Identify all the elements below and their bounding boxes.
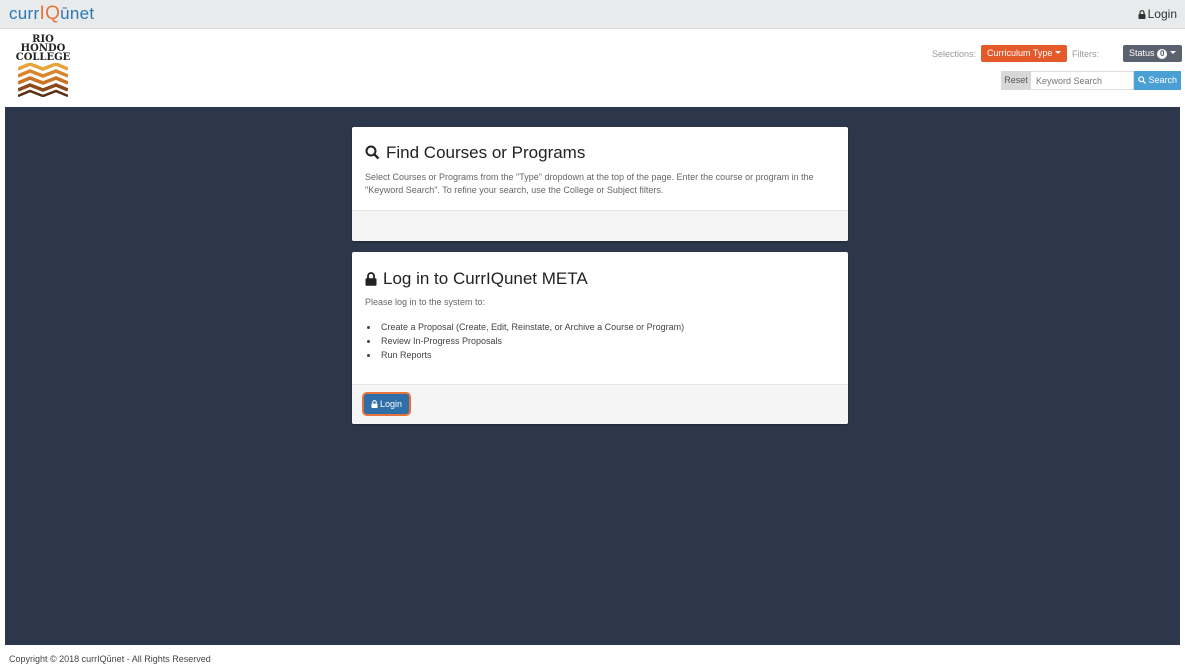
brand-logo[interactable]: currIQūnet [9,3,94,25]
login-card-intro: Please log in to the system to: [365,297,486,307]
lock-icon [365,272,377,286]
caret-down-icon [1170,51,1177,54]
list-item: Review In-Progress Proposals [379,334,684,348]
search-icon [365,145,380,160]
login-button-label: Login [380,399,403,409]
list-item: Create a Proposal (Create, Edit, Reinsta… [379,320,684,334]
lock-icon [371,400,378,408]
brand-suffix: ūnet [60,4,95,23]
status-count-badge: 0 [1157,49,1168,59]
login-card-title: Log in to CurrIQunet META [365,269,588,289]
keyword-search-input[interactable] [1031,71,1134,90]
college-logo-text: RIO HONDO COLLEGE [14,35,72,63]
college-logo[interactable]: RIO HONDO COLLEGE [14,35,84,101]
curriculum-type-dropdown[interactable]: Curriculum Type [981,45,1068,62]
logo-waves-icon [18,63,68,97]
caret-down-icon [1055,51,1062,54]
login-benefits-list: Create a Proposal (Create, Edit, Reinsta… [366,320,684,362]
top-login-label: Login [1147,7,1177,21]
find-card-title-text: Find Courses or Programs [386,143,586,162]
login-card: Log in to CurrIQunet META Please log in … [352,252,848,424]
search-button[interactable]: Search [1134,71,1181,90]
find-courses-card: Find Courses or Programs Select Courses … [352,127,848,241]
list-item: Run Reports [379,348,684,362]
search-icon [1138,76,1146,84]
page-header: RIO HONDO COLLEGE Selections: Curriculum… [0,29,1185,107]
login-button[interactable]: Login [364,394,410,414]
lock-icon [1138,10,1146,19]
find-card-title: Find Courses or Programs [365,143,585,163]
top-login-link[interactable]: Login [1138,7,1177,21]
brand-accent: IQ [39,3,61,24]
curriculum-type-label: Curriculum Type [987,48,1053,58]
top-navbar: currIQūnet Login [0,0,1185,29]
logo-line-3: COLLEGE [15,52,71,63]
copyright-footer: Copyright © 2018 currIQūnet - All Rights… [9,654,211,664]
login-card-footer: Login [352,384,848,424]
brand-prefix: curr [9,4,40,23]
search-button-label: Search [1148,75,1178,85]
filters-label: Filters: [1072,49,1099,59]
status-label: Status [1129,48,1155,58]
find-card-footer [352,210,848,241]
status-filter-dropdown[interactable]: Status 0 [1123,45,1183,62]
login-card-title-text: Log in to CurrIQunet META [383,269,588,288]
reset-button[interactable]: Reset [1001,71,1031,90]
selections-label: Selections: [932,49,977,59]
find-card-body: Select Courses or Programs from the "Typ… [365,172,814,195]
